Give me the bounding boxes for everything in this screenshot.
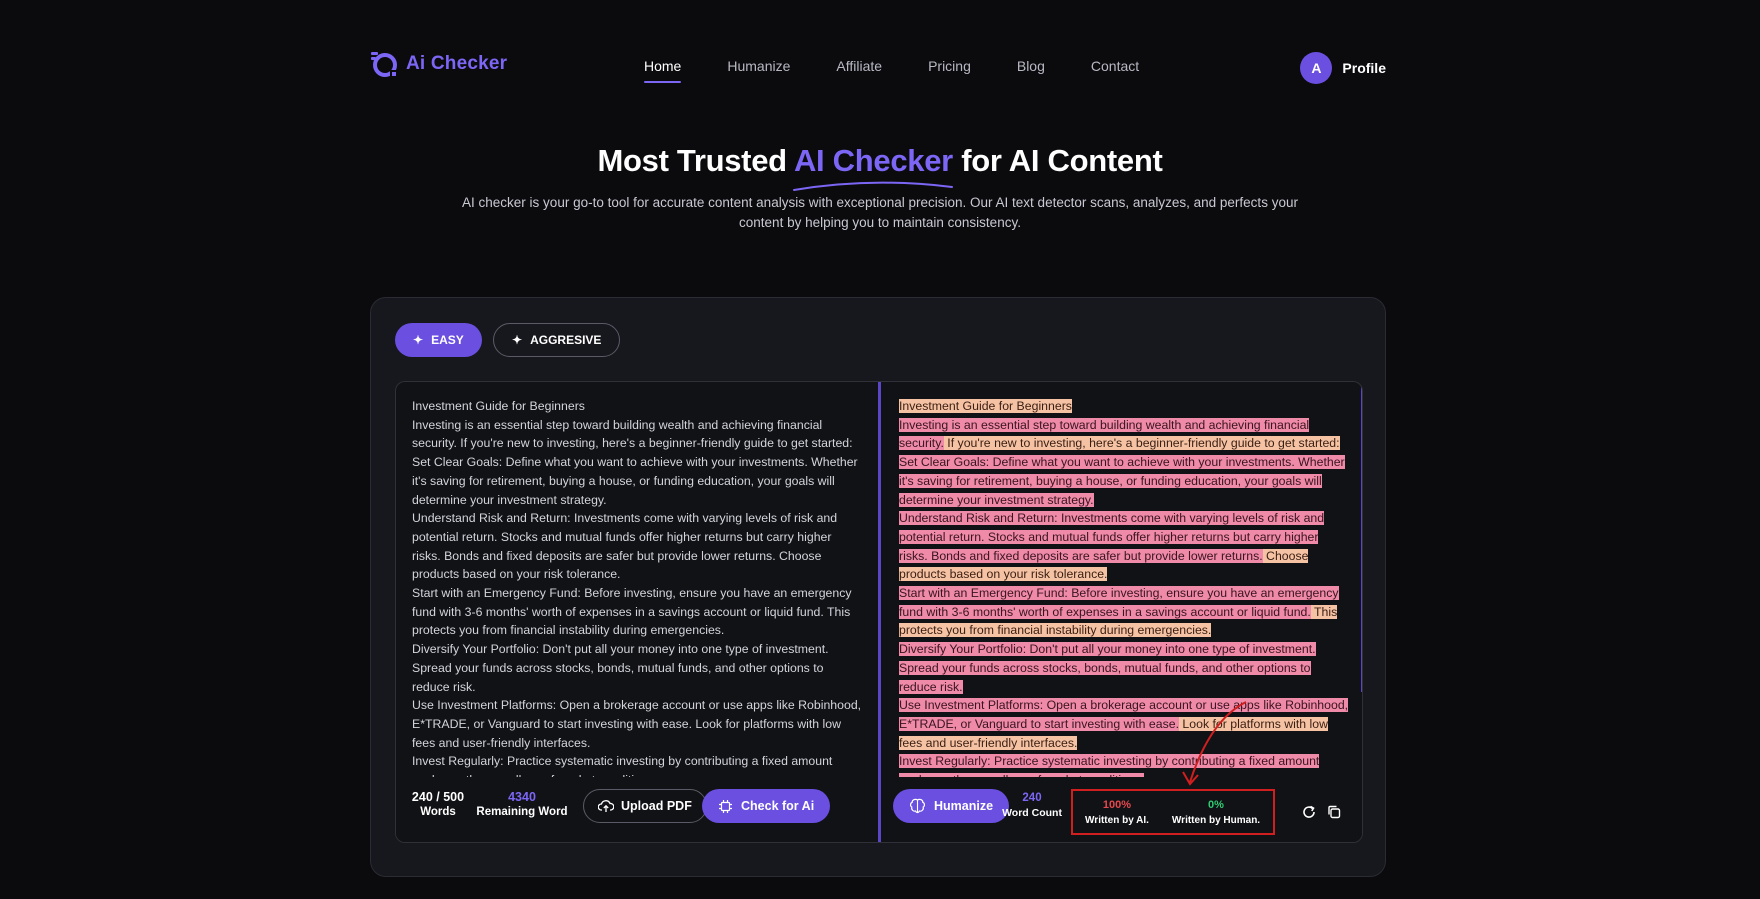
nav-links: Home Humanize Affiliate Pricing Blog Con… [644, 58, 1185, 83]
ai-score-label: Written by AI. [1085, 815, 1149, 826]
input-paragraph: Investment Guide for Beginners [412, 399, 585, 413]
mode-easy-label: EASY [431, 333, 464, 347]
word-count-stat: 240 / 500 Words [408, 790, 468, 820]
nav-link-affiliate[interactable]: Affiliate [836, 58, 882, 74]
page-title: Most Trusted AI Checker for AI Content [0, 143, 1760, 179]
input-footer: 240 / 500 Words 4340 Remaining Word Uplo… [396, 782, 878, 842]
input-paragraph: Start with an Emergency Fund: Before inv… [412, 586, 852, 638]
nav-link-blog[interactable]: Blog [1017, 58, 1045, 74]
human-score-value: 0% [1208, 799, 1224, 811]
input-paragraph: Diversify Your Portfolio: Don't put all … [412, 642, 829, 694]
ai-highlight-span: Spread your funds across stocks, bonds, … [899, 660, 1311, 694]
upload-pdf-label: Upload PDF [621, 799, 692, 813]
ai-highlight-span: Diversify Your Portfolio: Don't put all … [899, 642, 1316, 657]
ai-highlight-span: Set Clear Goals: Define what you want to… [899, 455, 1295, 470]
result-footer: Humanize 240 Word Count 100% Written by … [881, 782, 1362, 842]
result-word-count-stat: 240 Word Count [997, 791, 1067, 821]
result-pane: Investment Guide for Beginners Investing … [881, 382, 1362, 842]
logo-icon [371, 52, 397, 77]
cloud-upload-icon [598, 800, 614, 812]
humanize-label: Humanize [934, 799, 994, 813]
input-paragraph: Investing is an essential step toward bu… [412, 417, 853, 451]
checker-card: ✦ EASY ✦ AGGRESIVE Investment Guide for … [370, 297, 1386, 877]
result-paragraph: Diversify Your Portfolio: Don't put all … [899, 640, 1349, 696]
chip-icon [719, 799, 732, 813]
result-paragraph: Investment Guide for Beginners [899, 397, 1349, 416]
result-paragraph: Start with an Emergency Fund: Before inv… [899, 584, 1349, 640]
upload-pdf-button[interactable]: Upload PDF [583, 789, 707, 823]
page-subtitle: AI checker is your go-to tool for accura… [462, 195, 1298, 230]
ai-highlight-soft-span: If you're new to investing, here's a beg… [943, 436, 1340, 451]
top-nav: Ai Checker Home Humanize Affiliate Prici… [370, 44, 1386, 90]
result-paragraph: Understand Risk and Return: Investments … [899, 509, 1349, 584]
nav-link-home[interactable]: Home [644, 58, 682, 83]
input-textarea[interactable]: Investment Guide for Beginners Investing … [412, 397, 862, 777]
human-score-label: Written by Human. [1171, 815, 1261, 826]
remaining-word-label: Remaining Word [476, 806, 568, 818]
ai-score-stat: 100% Written by AI. [1077, 798, 1157, 828]
annotation-arrow [1182, 701, 1247, 786]
word-count-value: 240 / 500 [411, 790, 465, 804]
remaining-word-stat: 4340 Remaining Word [472, 790, 572, 820]
logo[interactable]: Ai Checker [370, 50, 507, 78]
humanize-button[interactable]: Humanize [893, 789, 1010, 823]
human-score-stat: 0% Written by Human. [1161, 798, 1271, 828]
nav-link-contact[interactable]: Contact [1091, 58, 1139, 74]
mode-easy-button[interactable]: ✦ EASY [395, 323, 482, 357]
result-word-count-label: Word Count [1002, 807, 1062, 819]
avatar: A [1300, 52, 1333, 84]
result-paragraph: Use Investment Platforms: Open a brokera… [899, 696, 1349, 752]
title-pre: Most Trusted [597, 143, 794, 178]
input-paragraph: Use Investment Platforms: Open a brokera… [412, 698, 862, 750]
ai-highlight-soft-span: Investment Guide for Beginners [899, 399, 1072, 413]
ai-highlight-span: Start with an Emergency Fund: Before inv… [899, 586, 1339, 619]
copy-icon[interactable] [1326, 804, 1342, 820]
refresh-icon[interactable] [1301, 804, 1317, 820]
title-accent: AI Checker [793, 143, 953, 178]
title-post: for AI Content [952, 143, 1163, 178]
title-underline-decoration [793, 181, 953, 191]
input-pane: Investment Guide for Beginners Investing … [396, 382, 878, 842]
ai-highlight-span: Bonds and fixed deposits are safer but p… [927, 548, 1263, 563]
mode-aggressive-label: AGGRESIVE [530, 333, 602, 347]
check-for-ai-label: Check for Ai [741, 799, 815, 813]
remaining-word-value: 4340 [508, 790, 536, 804]
ai-score-value: 100% [1102, 799, 1132, 811]
logo-text: Ai Checker [406, 53, 508, 74]
result-paragraph: Set Clear Goals: Define what you want to… [899, 453, 1349, 509]
nav-link-pricing[interactable]: Pricing [928, 58, 971, 74]
detection-result-highlight: 100% Written by AI. 0% Written by Human. [1071, 789, 1275, 835]
result-text: Investment Guide for Beginners Investing … [899, 397, 1349, 777]
input-paragraph: Invest Regularly: Practice systematic in… [412, 754, 833, 777]
brain-icon [909, 798, 926, 814]
profile-menu[interactable]: A Profile [1300, 52, 1386, 84]
result-scrollbar[interactable] [1361, 382, 1362, 692]
check-for-ai-button[interactable]: Check for Ai [702, 789, 831, 823]
input-paragraph: Understand Risk and Return: Investments … [412, 511, 838, 582]
mode-aggressive-button[interactable]: ✦ AGGRESIVE [493, 323, 621, 357]
result-paragraph: Invest Regularly: Practice systematic in… [899, 752, 1349, 777]
profile-label: Profile [1342, 60, 1386, 76]
sparkle-icon: ✦ [413, 333, 424, 347]
input-paragraph: Set Clear Goals: Define what you want to… [412, 455, 858, 507]
sparkle-icon: ✦ [512, 333, 523, 347]
nav-link-humanize[interactable]: Humanize [727, 58, 790, 74]
word-count-label: Words [420, 806, 456, 818]
result-paragraph: Investing is an essential step toward bu… [899, 416, 1349, 453]
result-word-count-value: 240 [1022, 792, 1042, 804]
